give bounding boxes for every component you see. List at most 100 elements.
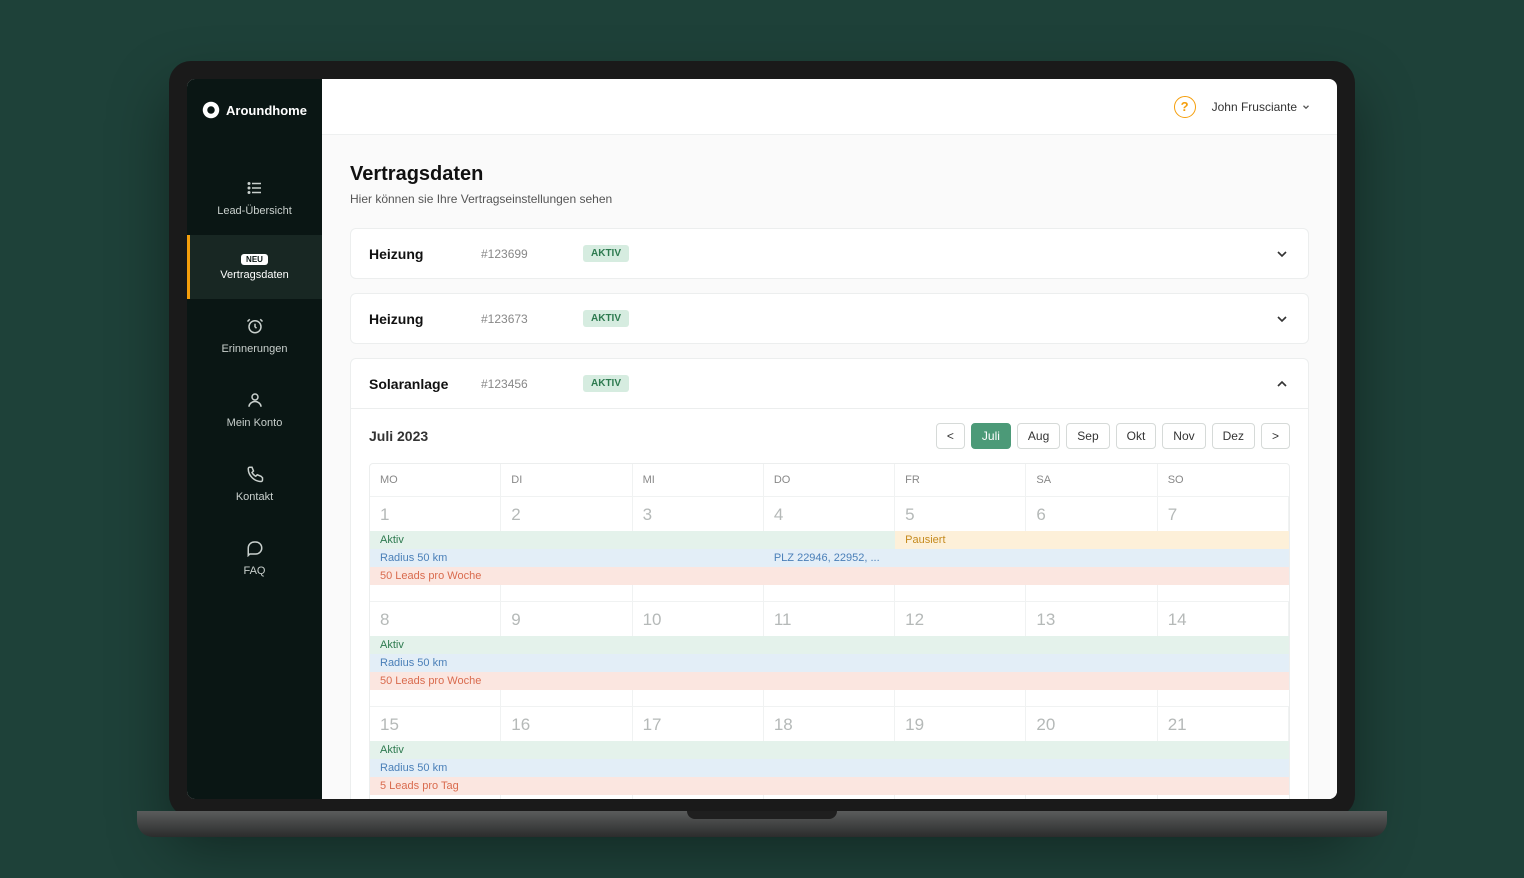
topbar: ? John Frusciante <box>322 79 1337 135</box>
page-title: Vertragsdaten <box>350 163 1309 186</box>
status-badge: AKTIV <box>583 245 629 262</box>
contract-name: Solaranlage <box>369 376 459 392</box>
contract-id: #123673 <box>481 312 561 326</box>
user-icon <box>246 391 264 409</box>
sidebar-item-label: Kontakt <box>236 491 273 503</box>
next-month-button[interactable]: > <box>1261 423 1290 449</box>
day-cell: 18 <box>764 707 895 741</box>
phone-icon <box>246 465 264 483</box>
calendar-stripe-cell <box>1158 549 1289 567</box>
chat-icon <box>246 539 264 557</box>
day-cell: 7 <box>1158 497 1289 531</box>
day-cell: 14 <box>1158 602 1289 636</box>
day-cell: 4 <box>764 497 895 531</box>
screen: Aroundhome Lead-Übersicht NEU Vertragsda… <box>187 79 1337 799</box>
calendar-stripe-cell: PLZ 22946, 22952, ... <box>764 549 895 567</box>
chevron-down-icon <box>1274 246 1290 262</box>
status-badge: AKTIV <box>583 310 629 327</box>
calendar-stripe-cell <box>501 549 632 567</box>
day-cell: 1 <box>370 497 501 531</box>
sidebar-item-vertragsdaten[interactable]: NEU Vertragsdaten <box>187 235 322 299</box>
calendar-stripe: 50 Leads pro Woche <box>370 672 1289 690</box>
day-cell: 20 <box>1026 707 1157 741</box>
calendar-stripe-cell <box>764 531 895 549</box>
list-icon <box>246 179 264 197</box>
month-button[interactable]: Dez <box>1212 423 1255 449</box>
chevron-down-icon <box>1274 311 1290 327</box>
dow-cell: SO <box>1158 464 1289 497</box>
day-cell: 10 <box>633 602 764 636</box>
day-cell: 2 <box>501 497 632 531</box>
sidebar-item-erinnerungen[interactable]: Erinnerungen <box>187 299 322 373</box>
calendar-stripe: Radius 50 km <box>370 759 1289 777</box>
contract-card: Heizung #123673 AKTIV <box>350 293 1309 344</box>
calendar-week: 891011121314AktivRadius 50 km50 Leads pr… <box>370 602 1289 707</box>
sidebar: Aroundhome Lead-Übersicht NEU Vertragsda… <box>187 79 322 799</box>
dow-cell: DI <box>501 464 632 497</box>
calendar-stripe: Aktiv <box>370 636 1289 654</box>
calendar-stripe: Radius 50 km <box>370 654 1289 672</box>
calendar-stripe-cell <box>501 531 632 549</box>
sidebar-item-lead-uebersicht[interactable]: Lead-Übersicht <box>187 161 322 235</box>
calendar-stripe-cell: Aktiv <box>370 531 501 549</box>
main: ? John Frusciante Vertragsdaten Hier kön… <box>322 79 1337 799</box>
sidebar-item-label: FAQ <box>243 565 265 577</box>
month-button[interactable]: Aug <box>1017 423 1060 449</box>
day-cell: 6 <box>1026 497 1157 531</box>
day-cell: 16 <box>501 707 632 741</box>
dow-cell: FR <box>895 464 1026 497</box>
contract-head[interactable]: Solaranlage #123456 AKTIV <box>351 359 1308 408</box>
sidebar-item-faq[interactable]: FAQ <box>187 521 322 595</box>
day-cell: 5 <box>895 497 1026 531</box>
day-cell: 13 <box>1026 602 1157 636</box>
user-dropdown[interactable]: John Frusciante <box>1212 100 1311 114</box>
month-row: Juli 2023 < Juli Aug Sep Okt Nov Dez > <box>369 423 1290 449</box>
day-cell: 12 <box>895 602 1026 636</box>
calendar-stripe: Aktiv <box>370 741 1289 759</box>
user-name: John Frusciante <box>1212 100 1297 114</box>
sidebar-item-label: Mein Konto <box>227 417 283 429</box>
dow-cell: MO <box>370 464 501 497</box>
content: Vertragsdaten Hier können sie Ihre Vertr… <box>322 135 1337 799</box>
brand-name: Aroundhome <box>226 103 307 118</box>
contract-card-expanded: Solaranlage #123456 AKTIV Juli 2023 < Ju… <box>350 358 1309 799</box>
contract-body: Juli 2023 < Juli Aug Sep Okt Nov Dez > <box>351 408 1308 799</box>
dow-cell: DO <box>764 464 895 497</box>
badge-new: NEU <box>241 254 268 265</box>
chevron-down-icon <box>1301 102 1311 112</box>
day-cell: 15 <box>370 707 501 741</box>
contract-card: Heizung #123699 AKTIV <box>350 228 1309 279</box>
contract-head[interactable]: Heizung #123673 AKTIV <box>351 294 1308 343</box>
help-icon[interactable]: ? <box>1174 96 1196 118</box>
chevron-up-icon <box>1274 376 1290 392</box>
contract-head[interactable]: Heizung #123699 AKTIV <box>351 229 1308 278</box>
sidebar-item-label: Erinnerungen <box>221 343 287 355</box>
month-button[interactable]: Nov <box>1162 423 1205 449</box>
alarm-icon <box>246 317 264 335</box>
page-subtitle: Hier können sie Ihre Vertragseinstellung… <box>350 192 1309 206</box>
day-cell: 9 <box>501 602 632 636</box>
day-cell: 8 <box>370 602 501 636</box>
month-button[interactable]: Okt <box>1116 423 1157 449</box>
sidebar-item-kontakt[interactable]: Kontakt <box>187 447 322 521</box>
prev-month-button[interactable]: < <box>936 423 965 449</box>
contract-name: Heizung <box>369 311 459 327</box>
sidebar-item-label: Lead-Übersicht <box>217 205 292 217</box>
calendar-stripe-cell: Pausiert <box>895 531 1026 549</box>
day-cell: 3 <box>633 497 764 531</box>
contract-id: #123456 <box>481 377 561 391</box>
status-badge: AKTIV <box>583 375 629 392</box>
month-button[interactable]: Juli <box>971 423 1011 449</box>
sidebar-item-label: Vertragsdaten <box>220 269 289 281</box>
contract-id: #123699 <box>481 247 561 261</box>
calendar-stripe-cell <box>1026 549 1157 567</box>
sidebar-item-mein-konto[interactable]: Mein Konto <box>187 373 322 447</box>
brand: Aroundhome <box>202 101 307 119</box>
contract-name: Heizung <box>369 246 459 262</box>
calendar-stripe-split: Aktiv Pausiert <box>370 531 1289 549</box>
calendar-stripe-cell: Radius 50 km <box>370 549 501 567</box>
day-cell: 21 <box>1158 707 1289 741</box>
day-cell: 17 <box>633 707 764 741</box>
month-button[interactable]: Sep <box>1066 423 1109 449</box>
calendar: MODIMIDOFRSASO 1234567AktivPausiertRadiu… <box>369 463 1290 799</box>
